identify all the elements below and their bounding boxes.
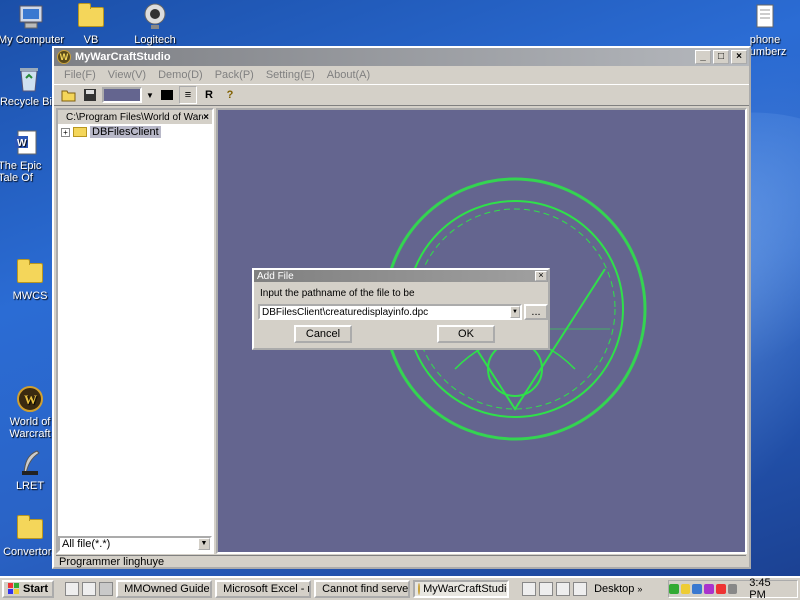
tree-item-dbfilesclient[interactable]: + DBFilesClient [58,124,212,138]
close-icon[interactable]: × [203,112,209,123]
task-cannot-find-server[interactable]: Cannot find server ... [314,580,411,598]
app-icon: W [57,50,71,64]
svg-text:W: W [24,392,37,407]
taskbar: Start MMOwned Guide ... Microsoft Excel … [0,576,800,600]
task-excel[interactable]: Microsoft Excel - n... [215,580,312,598]
menu-demo[interactable]: Demo(D) [158,69,203,81]
menu-setting[interactable]: Setting(E) [266,69,315,81]
quicklaunch-icon[interactable] [99,582,114,596]
desktop-icon-vb[interactable]: VB [56,2,126,46]
file-tree-pane: C:\Program Files\World of Warcr... × + D… [56,108,214,554]
tray-icon[interactable] [692,584,703,594]
file-filter-select[interactable]: All file(*.*) ▼ [58,536,212,552]
window-title: MyWarCraftStudio [75,51,171,63]
tray-icon[interactable] [727,584,738,594]
browse-button[interactable]: ... [524,304,548,320]
minimize-button[interactable]: _ [695,50,711,64]
quicklaunch-icon[interactable] [82,582,97,596]
status-bar: Programmer linghuye [56,555,746,569]
word-doc-icon: W [11,128,41,158]
webcam-icon [140,2,170,32]
wow-icon [418,583,421,595]
open-folder-icon[interactable] [60,86,78,104]
task-mywarcraftstudio[interactable]: MyWarCraftStudio [413,580,510,598]
system-tray: 3:45 PM [668,577,798,600]
document-icon [750,2,780,32]
toolbar: ▼ ≡ R ? [54,84,749,106]
folder-icon [73,127,87,137]
italic-lines-icon[interactable]: ≡ [179,86,197,104]
save-icon[interactable] [81,86,99,104]
quill-icon [15,448,45,478]
ok-button[interactable]: OK [437,325,495,343]
dialog-prompt: Input the pathname of the file to be [260,288,415,299]
chevron-down-icon[interactable]: ▼ [198,538,210,550]
black-square-icon[interactable] [158,86,176,104]
chevron-right-icon[interactable]: » [637,584,642,594]
add-file-dialog: Add File × Input the pathname of the fil… [252,268,550,350]
computer-icon [16,2,46,32]
menubar: File(F) View(V) Demo(D) Pack(P) Setting(… [54,66,749,84]
chevron-down-icon[interactable]: ▼ [510,306,520,318]
task-mmowned[interactable]: MMOwned Guide ... [116,580,213,598]
menu-about[interactable]: About(A) [327,69,370,81]
folder-icon [17,515,43,539]
tray-icon[interactable] [669,584,679,594]
monitor-icon[interactable] [539,582,554,596]
quicklaunch-icon[interactable] [573,582,588,596]
menu-view[interactable]: View(V) [108,69,146,81]
cancel-button[interactable]: Cancel [294,325,352,343]
help-icon[interactable]: ? [221,86,239,104]
maximize-button[interactable]: □ [713,50,729,64]
pathname-combo[interactable]: DBFilesClient\creaturedisplayinfo.dpc ▼ [258,304,522,320]
chevron-down-icon[interactable]: ▼ [145,86,155,104]
folder-icon [17,259,43,283]
pen-icon[interactable] [522,582,537,596]
close-button[interactable]: × [731,50,747,64]
quicklaunch-icon[interactable] [65,582,80,596]
close-icon[interactable]: × [535,271,547,281]
clock[interactable]: 3:45 PM [749,577,789,600]
path-header: C:\Program Files\World of Warcr... × [58,110,212,124]
desktop-toolbar-label[interactable]: Desktop [594,583,634,595]
color-picker[interactable] [102,87,142,103]
wow-icon: W [15,384,45,414]
svg-text:W: W [17,138,27,149]
help-icon[interactable] [556,582,571,596]
menu-pack[interactable]: Pack(P) [215,69,254,81]
dialog-titlebar[interactable]: Add File × [254,270,548,282]
r-button[interactable]: R [200,86,218,104]
desktop-icon-quickcam[interactable]: Logitech QuickCam (2) [117,2,193,46]
desktop-icon-epic-tale[interactable]: W The Epic Tale Of Peter Petr [0,128,58,184]
folder-icon [78,3,104,27]
tray-icon[interactable] [680,584,691,594]
tray-icon[interactable] [704,584,714,594]
start-button[interactable]: Start [2,580,55,598]
window-titlebar[interactable]: W MyWarCraftStudio _ □ × [54,48,749,66]
menu-file[interactable]: File(F) [64,69,96,81]
tray-icon[interactable] [715,584,726,594]
expand-icon[interactable]: + [61,127,70,137]
recycle-bin-icon [14,64,44,94]
windows-logo-icon [8,583,19,594]
